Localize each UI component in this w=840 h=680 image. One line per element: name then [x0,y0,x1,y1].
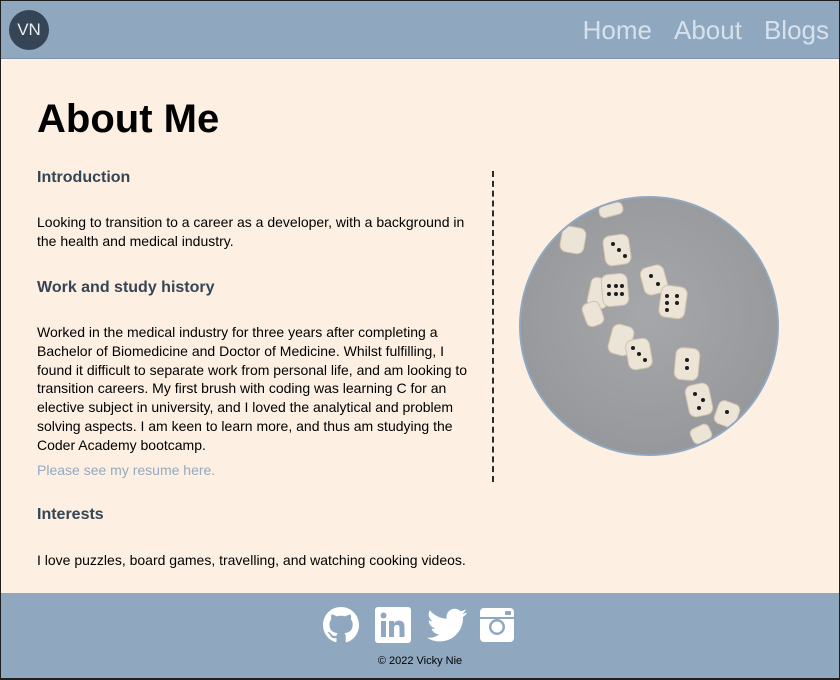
nav-link-about[interactable]: About [674,13,742,47]
nav-link-home[interactable]: Home [583,13,652,47]
introduction-heading: Introduction [37,169,131,186]
nav-link-blogs[interactable]: Blogs [764,13,829,47]
work-history-heading: Work and study history [37,279,215,296]
copyright-text: © 2022 Vicky Nie [377,655,463,667]
page: VN Home About Blogs About Me Introductio… [1,1,839,678]
resume-link[interactable]: Please see my resume here. [37,462,215,478]
social-links [322,606,530,644]
site-header: VN Home About Blogs [1,1,839,59]
main-nav: Home About Blogs [583,13,829,47]
github-icon[interactable] [322,606,360,644]
linkedin-icon[interactable] [374,606,412,644]
work-history-text: Worked in the medical industry for three… [37,324,468,453]
page-title: About Me [37,97,220,141]
instagram-icon[interactable] [478,606,516,644]
interests-heading: Interests [37,506,104,523]
twitter-icon[interactable] [426,606,467,644]
interests-text: I love puzzles, board games, travelling,… [37,552,466,568]
avatar[interactable]: VN [9,10,49,50]
dice-illustration [559,201,741,445]
dice-photo [519,196,779,456]
column-divider [492,171,494,482]
site-footer: © 2022 Vicky Nie [1,593,839,678]
introduction-text: Looking to transition to a career as a d… [37,214,465,249]
